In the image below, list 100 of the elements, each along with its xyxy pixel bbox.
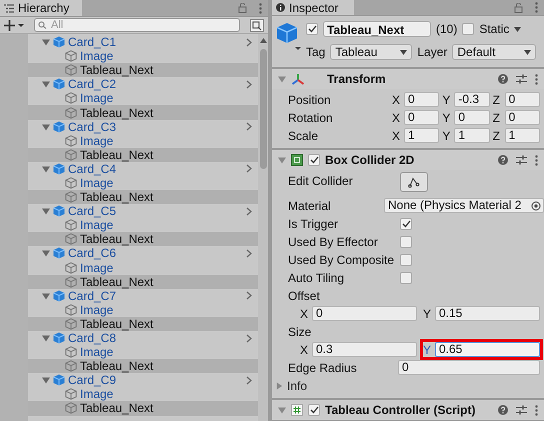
scrollbar-thumb[interactable] [260, 49, 266, 169]
number-field[interactable]: 1 [404, 128, 440, 143]
number-field[interactable]: 0 [404, 92, 440, 107]
property-label: Is Trigger [288, 216, 340, 230]
sliders-icon[interactable] [516, 405, 527, 415]
tree-item[interactable]: Card_C7 [28, 288, 116, 303]
foldout-arrow-icon[interactable] [42, 38, 50, 46]
foldout-arrow-icon[interactable] [42, 207, 50, 216]
static-checkbox[interactable] [462, 23, 474, 35]
number-field[interactable]: 0 [398, 360, 540, 375]
tag-dropdown[interactable]: Tableau [330, 44, 412, 60]
help-icon[interactable] [498, 155, 508, 165]
number-field[interactable]: 1 [504, 128, 540, 143]
chevron-right-icon[interactable] [246, 38, 252, 47]
object-field[interactable]: None (Physics Material 2 [384, 198, 544, 213]
add-icon[interactable] [4, 20, 24, 30]
number-field[interactable]: 1 [454, 128, 490, 143]
number-field[interactable]: 0.15 [435, 306, 540, 321]
scroll-up-icon[interactable] [260, 38, 266, 43]
foldout-arrow-icon[interactable] [278, 156, 286, 164]
chevron-right-icon[interactable] [246, 334, 252, 343]
inspector-tab[interactable]: Inspector [272, 0, 354, 15]
number-field[interactable]: -0.3 [454, 92, 490, 107]
axis-label: Z [492, 110, 501, 124]
checkbox[interactable] [400, 236, 412, 248]
tree-item[interactable]: Image [28, 387, 114, 402]
foldout-label[interactable]: Info [287, 378, 308, 392]
axes-icon [291, 72, 305, 86]
axis-label: X [300, 342, 309, 356]
tree-item[interactable]: Card_C9 [28, 373, 116, 388]
checkbox[interactable] [400, 272, 412, 284]
sliders-icon[interactable] [516, 155, 527, 165]
name-field[interactable]: Tableau_Next [323, 21, 431, 37]
foldout-arrow-icon[interactable] [278, 406, 286, 414]
number-field[interactable]: 0 [454, 110, 490, 125]
tree-item[interactable]: Image [28, 218, 114, 232]
help-icon[interactable] [498, 74, 508, 84]
chevron-right-icon[interactable] [246, 80, 252, 89]
enabled-checkbox[interactable] [308, 404, 320, 416]
more-icon[interactable] [535, 74, 538, 84]
number-field[interactable]: 0.65 [435, 342, 540, 357]
chevron-right-icon[interactable] [246, 164, 252, 174]
foldout-arrow-icon[interactable] [276, 382, 283, 390]
lock-icon[interactable] [238, 3, 247, 13]
target-icon[interactable] [531, 200, 541, 210]
axis-label: Y [423, 306, 432, 320]
tree-item[interactable]: Card_C8 [28, 331, 116, 346]
lock-icon[interactable] [514, 2, 523, 12]
tree-item[interactable]: Image [28, 91, 114, 106]
foldout-arrow-icon[interactable] [42, 292, 50, 300]
tree-item[interactable]: Image [28, 345, 114, 360]
chevron-right-icon[interactable] [246, 376, 252, 385]
tree-item[interactable]: Card_C4 [28, 162, 116, 176]
active-checkbox[interactable] [306, 23, 318, 35]
property-label: Edit Collider [288, 173, 354, 188]
more-icon[interactable] [535, 154, 538, 166]
number-field[interactable]: 0 [504, 110, 540, 125]
foldout-arrow-icon[interactable] [42, 164, 50, 173]
foldout-arrow-icon[interactable] [42, 376, 50, 384]
foldout-arrow-icon[interactable] [42, 122, 50, 131]
foldout-arrow-icon[interactable] [42, 80, 50, 88]
tree-item[interactable]: Card_C6 [28, 246, 116, 260]
tree-item[interactable]: Image [28, 302, 114, 317]
chevron-right-icon[interactable] [246, 122, 252, 132]
foldout-arrow-icon[interactable] [42, 249, 50, 258]
number-field[interactable]: 0 [312, 306, 417, 321]
tree-item[interactable]: Image [28, 260, 114, 275]
tree-item[interactable]: Card_C5 [28, 204, 116, 218]
tree-item[interactable]: Image [28, 49, 114, 64]
chevron-right-icon[interactable] [246, 248, 252, 258]
scrollbar[interactable] [258, 34, 268, 421]
cube-outline-icon [65, 191, 77, 204]
number-field[interactable]: 0.3 [312, 342, 417, 357]
foldout-arrow-icon[interactable] [42, 334, 50, 342]
sliders-icon[interactable] [516, 74, 527, 84]
search-field[interactable]: All [34, 18, 240, 32]
cube-icon [53, 78, 65, 90]
chevron-right-icon[interactable] [246, 206, 252, 216]
axis-label: Z [492, 92, 501, 106]
tree-item[interactable]: Card_C1 [28, 35, 116, 50]
foldout-arrow-icon[interactable] [278, 75, 286, 83]
tree-item[interactable]: Card_C3 [28, 120, 116, 134]
tree-item[interactable]: Image [28, 176, 114, 190]
checkbox[interactable] [400, 254, 412, 266]
checkbox[interactable] [400, 218, 412, 230]
scene-search-icon[interactable] [250, 18, 264, 32]
more-icon[interactable] [535, 404, 538, 416]
more-icon[interactable] [535, 2, 538, 13]
more-icon[interactable] [259, 2, 262, 14]
dropdown-arrow-icon[interactable] [514, 26, 522, 32]
number-field[interactable]: 0 [404, 110, 440, 125]
enabled-checkbox[interactable] [308, 154, 320, 166]
tree-item[interactable]: Image [28, 134, 114, 148]
help-icon[interactable] [498, 405, 508, 415]
layer-dropdown[interactable]: Default [452, 44, 536, 60]
chevron-right-icon[interactable] [246, 291, 252, 300]
edit-collider-button[interactable] [400, 172, 428, 192]
hierarchy-tab[interactable]: Hierarchy [0, 0, 82, 16]
number-field[interactable]: 0 [504, 92, 540, 107]
tree-item[interactable]: Card_C2 [28, 77, 116, 92]
